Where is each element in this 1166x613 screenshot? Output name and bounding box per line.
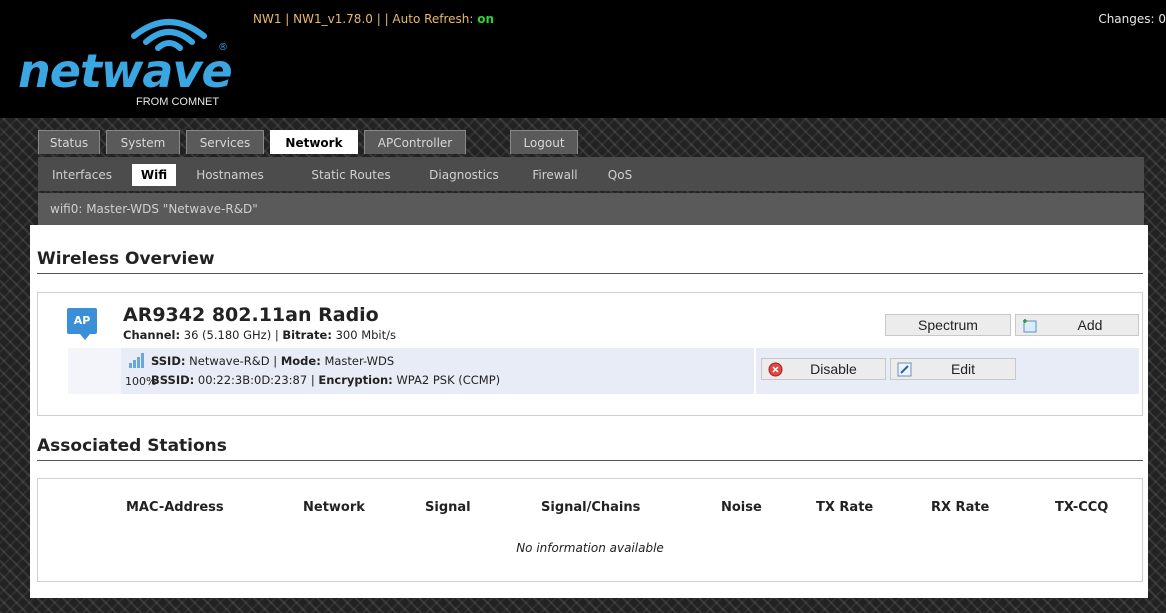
ssid-value: Netwave-R&D |	[185, 354, 281, 368]
col-signal-chains: Signal/Chains	[541, 500, 641, 515]
bssid-label: BSSID:	[151, 373, 195, 387]
device-info: NW1 | NW1_v1.78.0 | | Auto Refresh: on	[253, 12, 494, 26]
sub-menu: Interfaces Wifi Hostnames Static Routes …	[38, 157, 1144, 191]
associated-stations-title: Associated Stations	[37, 436, 227, 456]
row-divider	[754, 348, 756, 394]
radio-panel: AP AR9342 802.11an Radio Channel: 36 (5.…	[37, 292, 1143, 416]
edit-button-label: Edit	[950, 361, 976, 377]
stations-table: MAC-Address Network Signal Signal/Chains…	[37, 478, 1143, 582]
device-info-text: NW1 | NW1_v1.78.0 | | Auto Refresh:	[253, 12, 478, 26]
wireless-overview-title: Wireless Overview	[37, 249, 215, 269]
add-button[interactable]: Add	[1015, 314, 1139, 336]
brand-subtitle: FROM COMNET	[136, 96, 220, 108]
radio-name: AR9342 802.11an Radio	[123, 304, 379, 326]
wifi-interface-bar: wifi0: Master-WDS "Netwave-R&D"	[38, 193, 1144, 225]
subtab-diagnostics[interactable]: Diagnostics	[416, 164, 512, 186]
radio-details: Channel: 36 (5.180 GHz) | Bitrate: 300 M…	[123, 328, 396, 342]
col-mac-address: MAC-Address	[126, 500, 224, 515]
col-tx-rate: TX Rate	[816, 500, 874, 515]
subtab-wifi[interactable]: Wifi	[132, 164, 176, 186]
disable-button-label: Disable	[810, 361, 857, 377]
tab-logout[interactable]: Logout	[510, 130, 578, 154]
edit-icon	[897, 362, 912, 377]
signal-bars-icon	[129, 353, 144, 368]
tab-system[interactable]: System	[106, 130, 180, 154]
spectrum-button[interactable]: Spectrum	[885, 314, 1011, 336]
network-row: 100% SSID: Netwave-R&D | Mode: Master-WD…	[68, 348, 1139, 394]
section-divider-2	[37, 460, 1143, 461]
header: netwave ® FROM COMNET NW1 | NW1_v1.78.0 …	[0, 0, 1166, 118]
bssid-line: BSSID: 00:22:3B:0D:23:87 | Encryption: W…	[151, 373, 500, 387]
subtab-interfaces[interactable]: Interfaces	[40, 164, 124, 186]
encryption-value: WPA2 PSK (CCMP)	[392, 373, 501, 387]
disable-button[interactable]: Disable	[761, 358, 886, 380]
tab-services[interactable]: Services	[186, 130, 264, 154]
subtab-static-routes[interactable]: Static Routes	[296, 164, 406, 186]
col-rx-rate: RX Rate	[931, 500, 990, 515]
empty-table-message: No information available	[516, 541, 664, 555]
subtab-qos[interactable]: QoS	[600, 164, 640, 186]
ssid-line: SSID: Netwave-R&D | Mode: Master-WDS	[151, 354, 394, 368]
registered-mark: ®	[218, 42, 228, 53]
col-tx-ccq: TX-CCQ	[1055, 500, 1109, 515]
add-button-label: Add	[1077, 317, 1103, 333]
spectrum-button-label: Spectrum	[918, 317, 978, 333]
bitrate-label: Bitrate:	[282, 328, 332, 342]
ssid-label: SSID:	[151, 354, 186, 368]
disable-icon	[768, 362, 783, 377]
col-network: Network	[303, 500, 365, 515]
brand-name: netwave	[18, 44, 233, 98]
wifi-interface-link[interactable]: wifi0: Master-WDS "Netwave-R&D"	[50, 202, 258, 216]
tab-apcontroller[interactable]: APController	[364, 130, 466, 154]
main-content: Wireless Overview AP AR9342 802.11an Rad…	[30, 225, 1148, 598]
subtab-hostnames[interactable]: Hostnames	[190, 164, 270, 186]
network-row-spacer	[68, 348, 121, 394]
mode-value: Master-WDS	[320, 354, 395, 368]
tab-status[interactable]: Status	[38, 130, 100, 154]
bssid-value: 00:22:3B:0D:23:87 |	[194, 373, 319, 387]
tab-network[interactable]: Network	[270, 130, 358, 154]
ap-badge-icon: AP	[67, 308, 97, 340]
bitrate-value: 300 Mbit/s	[331, 328, 396, 342]
changes-counter[interactable]: Changes: 0	[1098, 12, 1166, 26]
col-noise: Noise	[721, 500, 762, 515]
mode-label: Mode:	[280, 354, 321, 368]
col-signal: Signal	[425, 500, 471, 515]
netwave-logo: netwave ® FROM COMNET	[14, 6, 244, 114]
section-divider	[37, 273, 1143, 274]
subtab-firewall[interactable]: Firewall	[520, 164, 590, 186]
encryption-label: Encryption:	[318, 373, 393, 387]
channel-label: Channel:	[123, 328, 181, 342]
auto-refresh-toggle[interactable]: on	[477, 12, 494, 26]
add-network-icon	[1023, 319, 1037, 333]
channel-value: 36 (5.180 GHz) |	[180, 328, 283, 342]
edit-button[interactable]: Edit	[890, 358, 1016, 380]
